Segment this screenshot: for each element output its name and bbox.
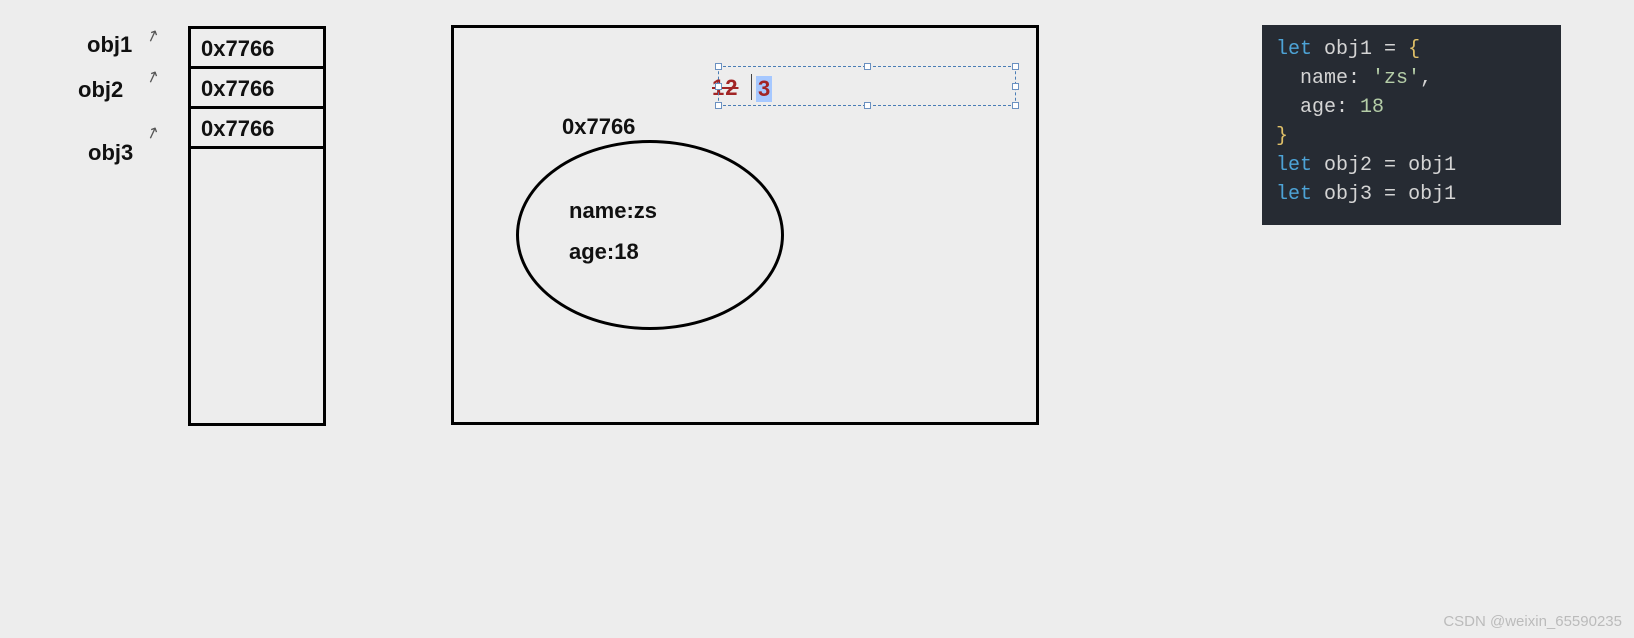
arrow-icon: ↗	[143, 24, 162, 47]
watermark: CSDN @weixin_65590235	[1443, 613, 1622, 630]
heap-address-label: 0x7766	[562, 114, 635, 140]
resize-handle-icon[interactable]	[1012, 102, 1019, 109]
resize-handle-icon[interactable]	[715, 83, 722, 90]
code-snippet: let obj1 = { name: 'zs', age: 18 } let o…	[1262, 25, 1561, 225]
stack-cell: 0x7766	[191, 29, 323, 69]
arrow-icon: ↗	[143, 65, 162, 88]
annotation-new-value: 3	[756, 76, 772, 102]
resize-handle-icon[interactable]	[1012, 63, 1019, 70]
var-label-obj3: obj3	[88, 140, 133, 166]
stack-cell: 0x7766	[191, 69, 323, 109]
object-oval: name:zs age:18	[516, 140, 784, 330]
editing-textbox[interactable]: 3	[718, 66, 1016, 106]
text-cursor-icon	[751, 74, 752, 100]
object-prop-age: age:18	[569, 239, 639, 265]
resize-handle-icon[interactable]	[864, 102, 871, 109]
resize-handle-icon[interactable]	[864, 63, 871, 70]
arrow-icon: ↗	[143, 121, 162, 144]
object-prop-name: name:zs	[569, 198, 657, 224]
resize-handle-icon[interactable]	[715, 102, 722, 109]
resize-handle-icon[interactable]	[715, 63, 722, 70]
stack-cell: 0x7766	[191, 109, 323, 149]
var-label-obj1: obj1	[87, 32, 132, 58]
resize-handle-icon[interactable]	[1012, 83, 1019, 90]
stack-memory-table: 0x7766 0x7766 0x7766	[188, 26, 326, 426]
var-label-obj2: obj2	[78, 77, 123, 103]
